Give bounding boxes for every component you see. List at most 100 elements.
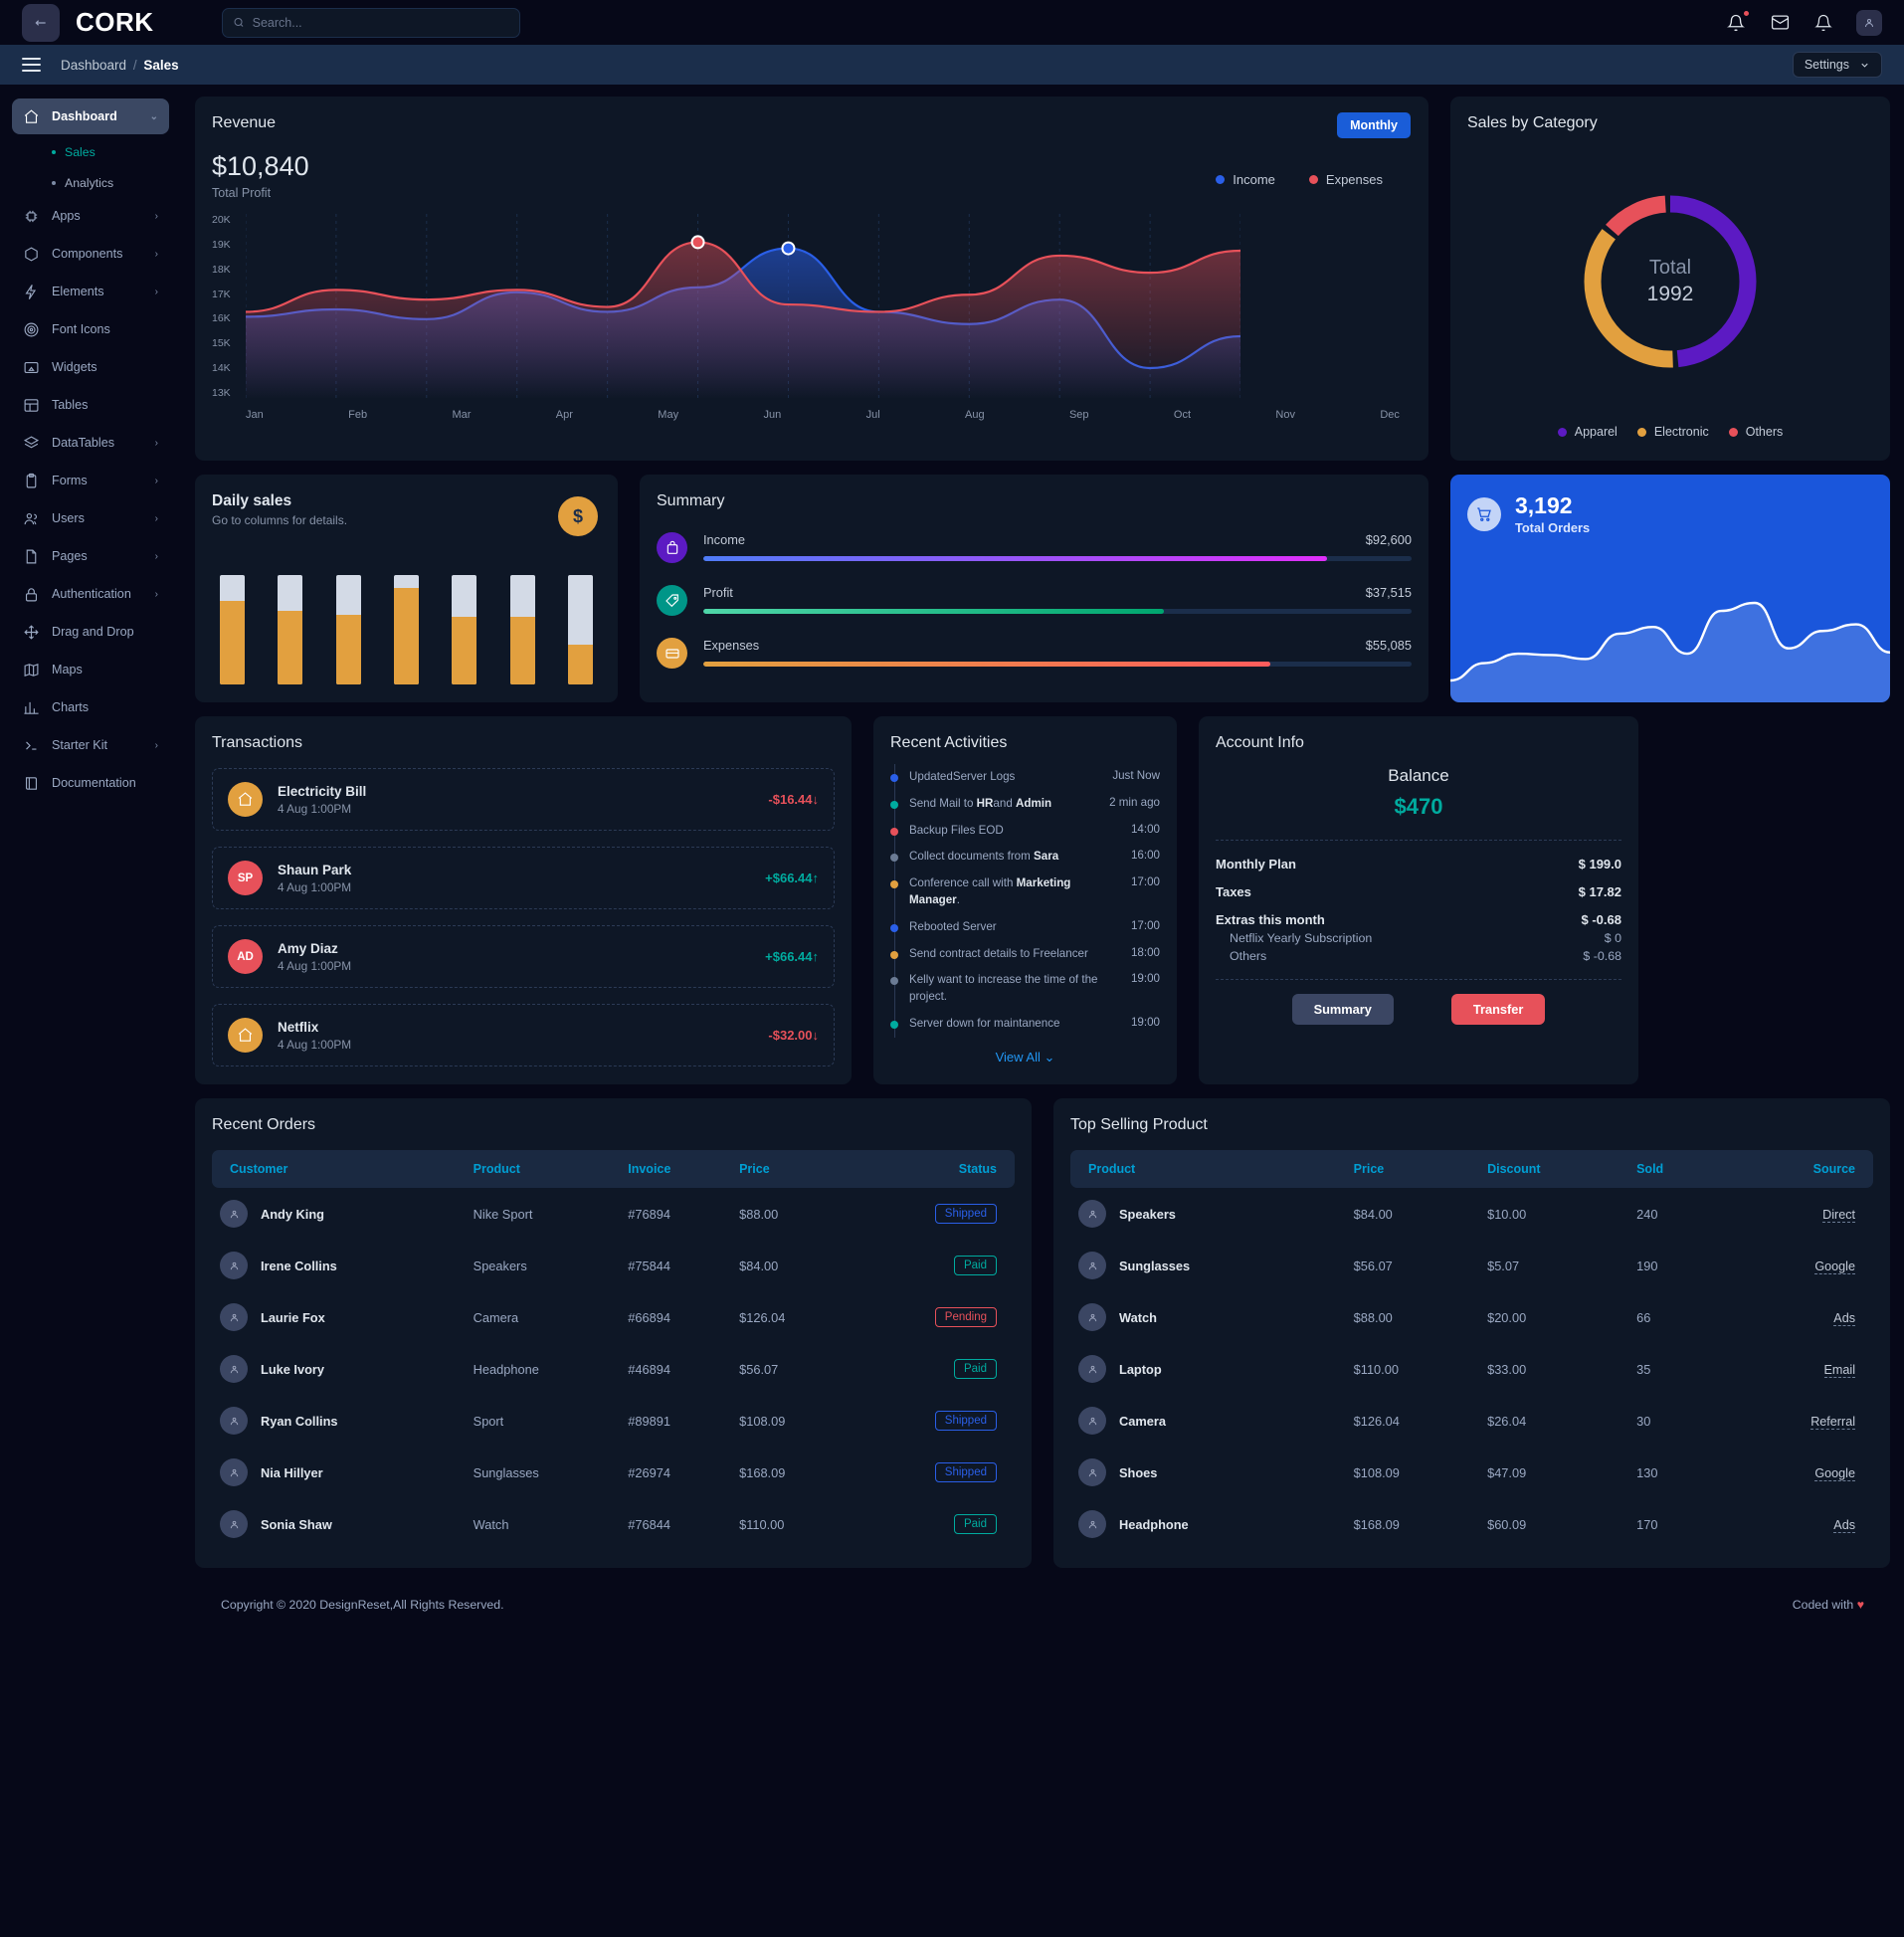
x-tick: Oct xyxy=(1173,409,1192,421)
transaction-row[interactable]: Netflix 4 Aug 1:00PM -$32.00↓ xyxy=(212,1004,835,1066)
column-header[interactable]: Discount xyxy=(1479,1150,1629,1188)
legend-item-income[interactable]: Income xyxy=(1216,172,1275,187)
table-row[interactable]: Shoes $108.09 $47.09 130 Google xyxy=(1070,1447,1873,1498)
sidebar-item-datatables[interactable]: DataTables › xyxy=(12,425,169,461)
settings-dropdown[interactable]: Settings xyxy=(1792,52,1882,78)
sidebar-item-apps[interactable]: Apps › xyxy=(12,198,169,234)
search-box[interactable] xyxy=(221,7,520,38)
sidebar-item-drag-and-drop[interactable]: Drag and Drop xyxy=(12,614,169,650)
column-header[interactable]: Customer xyxy=(212,1150,466,1188)
table-row[interactable]: Sonia Shaw Watch #76844 $110.00 Paid xyxy=(212,1498,1015,1550)
column-header[interactable]: Product xyxy=(1070,1150,1346,1188)
table-row[interactable]: Laptop $110.00 $33.00 35 Email xyxy=(1070,1343,1873,1395)
source-link[interactable]: Google xyxy=(1814,1465,1855,1481)
legend-item-electronic[interactable]: Electronic xyxy=(1636,425,1709,439)
sidebar-item-elements[interactable]: Elements › xyxy=(12,274,169,309)
move-icon xyxy=(23,624,40,641)
cell-invoice: #66894 xyxy=(628,1309,670,1325)
column-header[interactable]: Price xyxy=(731,1150,849,1188)
app-logo-icon[interactable] xyxy=(22,3,60,42)
search-input[interactable] xyxy=(252,15,509,30)
table-row[interactable]: Luke Ivory Headphone #46894 $56.07 Paid xyxy=(212,1343,1015,1395)
column-header[interactable]: Price xyxy=(1345,1150,1480,1188)
x-tick: Aug xyxy=(965,409,985,421)
sidebar-subitem-analytics[interactable]: Analytics xyxy=(12,167,169,198)
sidebar-item-authentication[interactable]: Authentication › xyxy=(12,576,169,612)
transactions-card: Transactions Electricity Bill 4 Aug 1:00… xyxy=(195,716,852,1084)
column-header[interactable]: Invoice xyxy=(620,1150,732,1188)
avatar xyxy=(220,1303,248,1331)
table-row[interactable]: Irene Collins Speakers #75844 $84.00 Pai… xyxy=(212,1240,1015,1291)
breadcrumb-root[interactable]: Dashboard xyxy=(61,58,126,73)
column-header[interactable]: Sold xyxy=(1628,1150,1722,1188)
revenue-range-button[interactable]: Monthly xyxy=(1337,112,1411,138)
source-link[interactable]: Email xyxy=(1823,1362,1855,1378)
column-header[interactable]: Status xyxy=(848,1150,1015,1188)
table-row[interactable]: Sunglasses $56.07 $5.07 190 Google xyxy=(1070,1240,1873,1291)
y-tick: 13K xyxy=(212,386,231,399)
transaction-row[interactable]: AD Amy Diaz 4 Aug 1:00PM +$66.44↑ xyxy=(212,925,835,988)
table-row[interactable]: Laurie Fox Camera #66894 $126.04 Pending xyxy=(212,1291,1015,1343)
source-link[interactable]: Referral xyxy=(1810,1414,1855,1430)
sidebar-item-charts[interactable]: Charts xyxy=(12,689,169,725)
table-row[interactable]: Watch $88.00 $20.00 66 Ads xyxy=(1070,1291,1873,1343)
chip-icon xyxy=(23,208,40,225)
y-tick: 16K xyxy=(212,312,231,325)
sidebar-item-font-icons[interactable]: Font Icons xyxy=(12,311,169,347)
table-row[interactable]: Nia Hillyer Sunglasses #26974 $168.09 Sh… xyxy=(212,1447,1015,1498)
sidebar-item-users[interactable]: Users › xyxy=(12,500,169,536)
summary-label: Profit xyxy=(703,585,733,600)
table-row[interactable]: Camera $126.04 $26.04 30 Referral xyxy=(1070,1395,1873,1447)
cell-status: Pending xyxy=(849,1291,1015,1343)
table-row[interactable]: Andy King Nike Sport #76894 $88.00 Shipp… xyxy=(212,1188,1015,1240)
legend-label: Others xyxy=(1745,425,1784,439)
sidebar-item-label: Pages xyxy=(52,549,88,563)
sales-by-category-title: Sales by Category xyxy=(1467,114,1598,131)
transaction-row[interactable]: Electricity Bill 4 Aug 1:00PM -$16.44↓ xyxy=(212,768,835,831)
sidebar-item-forms[interactable]: Forms › xyxy=(12,463,169,498)
sidebar-item-widgets[interactable]: Widgets xyxy=(12,349,169,385)
legend-item-expenses[interactable]: Expenses xyxy=(1308,172,1383,187)
clipboard-icon xyxy=(23,473,40,489)
sidebar-item-dashboard[interactable]: Dashboard ⌄ xyxy=(12,98,169,134)
table-row[interactable]: Headphone $168.09 $60.09 170 Ads xyxy=(1070,1498,1873,1550)
column-header[interactable]: Product xyxy=(465,1150,621,1188)
bell-icon[interactable] xyxy=(1812,12,1834,34)
activity-text: Collect documents from Sara xyxy=(909,850,1059,864)
transaction-row[interactable]: SP Shaun Park 4 Aug 1:00PM +$66.44↑ xyxy=(212,847,835,909)
sidebar-item-documentation[interactable]: Documentation xyxy=(12,765,169,801)
user-avatar-icon[interactable] xyxy=(1856,9,1882,36)
sidebar-item-pages[interactable]: Pages › xyxy=(12,538,169,574)
sidebar-item-starter-kit[interactable]: Starter Kit › xyxy=(12,727,169,763)
divider xyxy=(1216,840,1621,841)
summary-card: Summary Income $92,600 Profit $37,515 Ex… xyxy=(640,475,1428,702)
legend-item-apparel[interactable]: Apparel xyxy=(1557,425,1618,439)
activity-time: Just Now xyxy=(1112,769,1160,782)
table-row[interactable]: Ryan Collins Sport #89891 $108.09 Shippe… xyxy=(212,1395,1015,1447)
sidebar-item-maps[interactable]: Maps xyxy=(12,652,169,687)
mail-icon[interactable] xyxy=(1769,12,1791,34)
notification-badge xyxy=(1742,8,1751,18)
transfer-button[interactable]: Transfer xyxy=(1450,994,1546,1025)
column-header[interactable]: Source xyxy=(1721,1150,1873,1188)
extras-item-netflix: Netflix Yearly Subscription $ 0 xyxy=(1230,931,1621,945)
source-link[interactable]: Direct xyxy=(1822,1207,1855,1223)
view-all-activities-button[interactable]: View All ⌄ xyxy=(890,1050,1160,1065)
sidebar-item-tables[interactable]: Tables xyxy=(12,387,169,423)
cell-source: Direct xyxy=(1721,1188,1873,1240)
target-icon xyxy=(23,321,40,338)
source-link[interactable]: Ads xyxy=(1833,1517,1855,1533)
summary-button[interactable]: Summary xyxy=(1291,994,1394,1025)
y-tick: 18K xyxy=(212,263,231,276)
sidebar-item-components[interactable]: Components › xyxy=(12,236,169,272)
cell-source: Email xyxy=(1721,1343,1873,1395)
activity-row: UpdatedServer Logs Just Now xyxy=(890,764,1160,791)
sidebar-subitem-sales[interactable]: Sales xyxy=(12,136,169,167)
table-row[interactable]: Speakers $84.00 $10.00 240 Direct xyxy=(1070,1188,1873,1240)
sidebar-item-label: Documentation xyxy=(52,776,136,790)
source-link[interactable]: Ads xyxy=(1833,1310,1855,1326)
legend-item-others[interactable]: Others xyxy=(1728,425,1784,439)
notification-bell-icon[interactable] xyxy=(1725,8,1751,34)
source-link[interactable]: Google xyxy=(1814,1259,1855,1274)
menu-toggle-button[interactable] xyxy=(22,58,41,72)
